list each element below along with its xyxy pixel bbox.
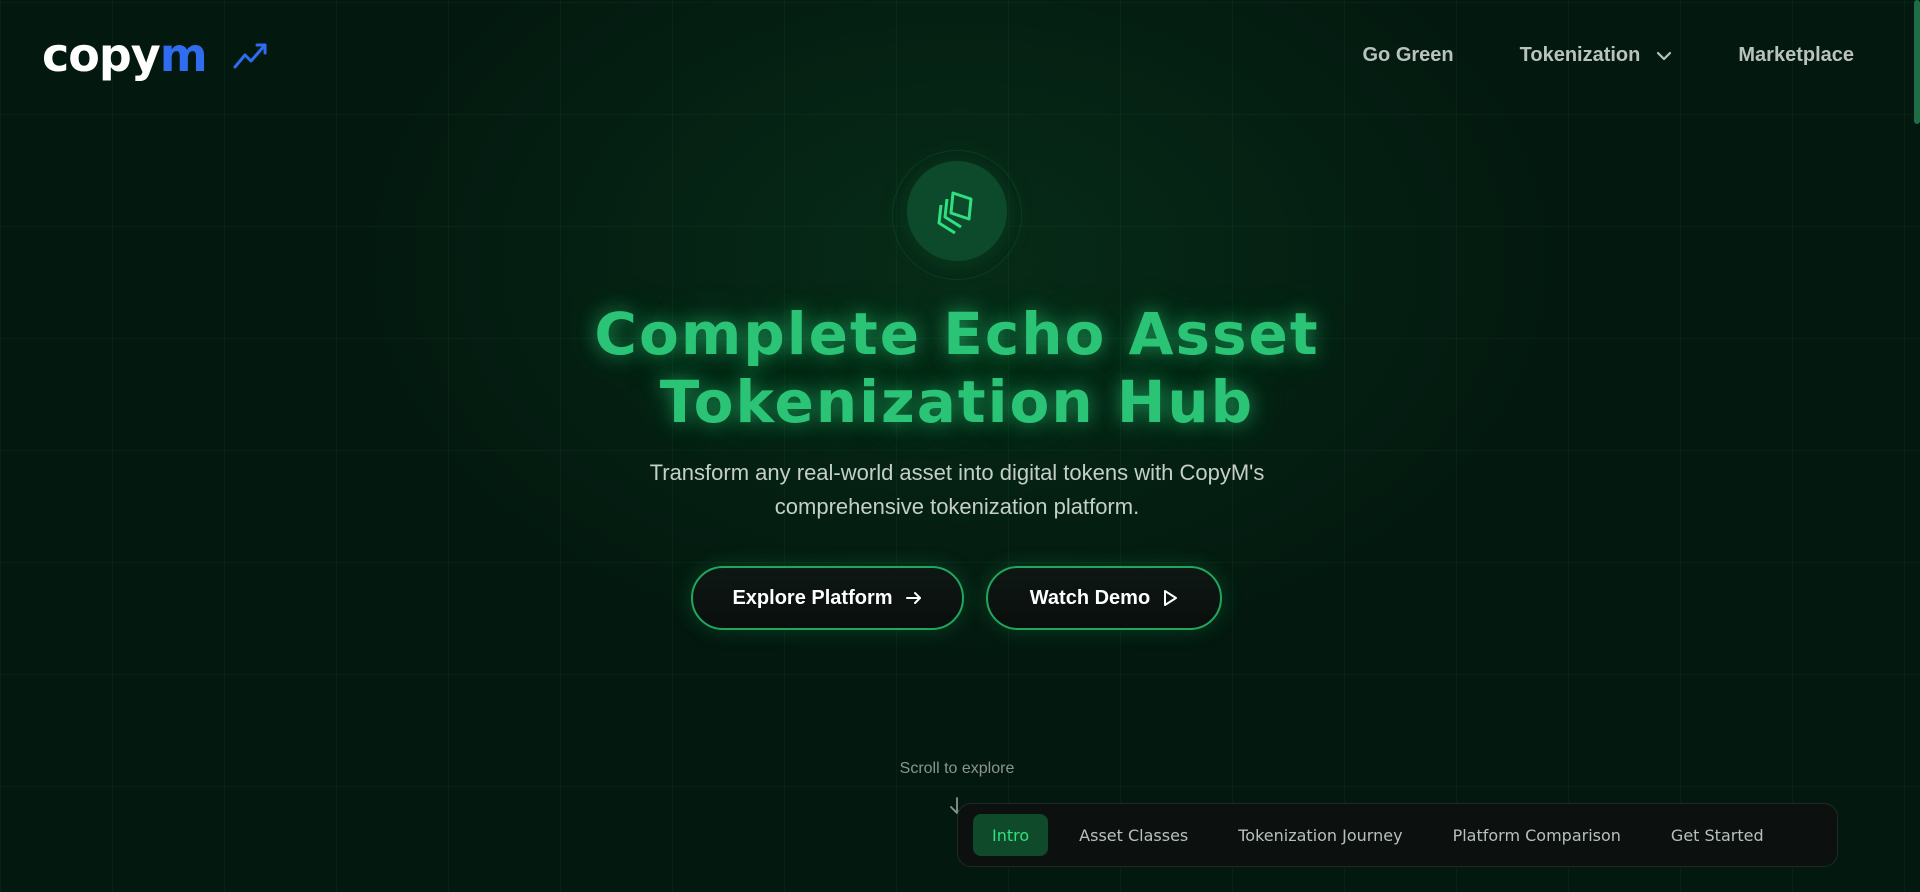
section-tab-tokenization-journey[interactable]: Tokenization Journey (1219, 814, 1421, 856)
nav-label: Go Green (1362, 44, 1454, 66)
section-tab-platform-comparison[interactable]: Platform Comparison (1434, 814, 1640, 856)
layers-icon (937, 191, 973, 235)
hero-subtitle: Transform any real-world asset into digi… (0, 456, 1914, 524)
arrow-right-icon (905, 592, 921, 604)
section-tab-intro[interactable]: Intro (973, 814, 1049, 856)
nav-label: Tokenization (1519, 44, 1641, 66)
section-nav: Intro Asset Classes Tokenization Journey… (957, 803, 1838, 867)
hero-subtitle-line-1: Transform any real-world asset into digi… (649, 460, 1265, 485)
background-grid (0, 0, 1920, 892)
section-tab-asset-classes[interactable]: Asset Classes (1060, 814, 1207, 856)
play-icon (1164, 590, 1178, 606)
hero-title: Complete Echo Asset Tokenization Hub (0, 300, 1914, 436)
nav-item-tokenization[interactable]: Tokenization (1520, 44, 1673, 67)
hero-title-line-1: Complete Echo Asset (594, 300, 1320, 368)
section-tab-get-started[interactable]: Get Started (1652, 814, 1783, 856)
hero-icon-badge (907, 161, 1007, 261)
main-nav: Go Green Tokenization Marketplace (1362, 44, 1854, 67)
logo-text: copym (42, 28, 208, 82)
watch-demo-label: Watch Demo (1029, 586, 1151, 609)
chevron-down-icon (1657, 51, 1672, 60)
logo[interactable]: copym (42, 28, 267, 82)
scrollbar-thumb[interactable] (1914, 0, 1920, 124)
explore-platform-button[interactable]: Explore Platform (691, 566, 964, 630)
hero-subtitle-line-2: comprehensive tokenization platform. (774, 494, 1140, 519)
nav-item-go-green[interactable]: Go Green (1362, 44, 1453, 67)
scroll-hint: Scroll to explore (899, 760, 1015, 777)
explore-platform-label: Explore Platform (732, 586, 893, 609)
trend-line-icon (233, 43, 267, 69)
nav-item-marketplace[interactable]: Marketplace (1738, 44, 1854, 67)
nav-label: Marketplace (1738, 44, 1854, 66)
hero-title-line-2: Tokenization Hub (659, 368, 1255, 436)
watch-demo-button[interactable]: Watch Demo (986, 566, 1222, 630)
